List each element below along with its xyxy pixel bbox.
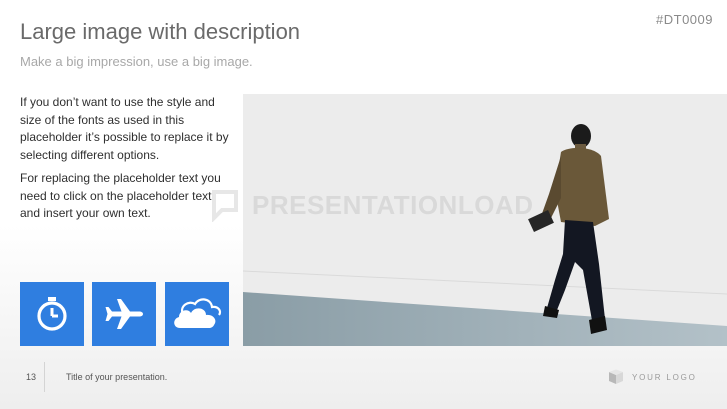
cloud-tile[interactable]: [165, 282, 229, 346]
description-text-box[interactable]: If you don’t want to use the style and s…: [20, 94, 230, 229]
airplane-tile[interactable]: [92, 282, 156, 346]
logo-cube-icon: [609, 369, 623, 384]
stopwatch-tile[interactable]: [20, 282, 84, 346]
page-number: 13: [26, 372, 37, 382]
slide: #DT0009 Large image with description Mak…: [0, 0, 727, 409]
description-paragraph-2: For replacing the placeholder text you n…: [20, 171, 221, 220]
slide-title[interactable]: Large image with description: [20, 19, 300, 45]
walking-man-image: [243, 94, 727, 346]
description-paragraph-1: If you don’t want to use the style and s…: [20, 95, 229, 162]
slide-code: #DT0009: [656, 12, 713, 27]
airplane-icon: [105, 299, 143, 329]
footer-logo[interactable]: YOUR LOGO: [608, 369, 697, 385]
stopwatch-icon: [37, 297, 67, 331]
logo-text: YOUR LOGO: [632, 372, 697, 382]
cloud-icon: [174, 298, 222, 328]
slide-subtitle[interactable]: Make a big impression, use a big image.: [20, 54, 253, 69]
footer-divider: [44, 362, 45, 392]
main-image[interactable]: [243, 94, 727, 346]
footer-presentation-title[interactable]: Title of your presentation.: [66, 372, 167, 382]
